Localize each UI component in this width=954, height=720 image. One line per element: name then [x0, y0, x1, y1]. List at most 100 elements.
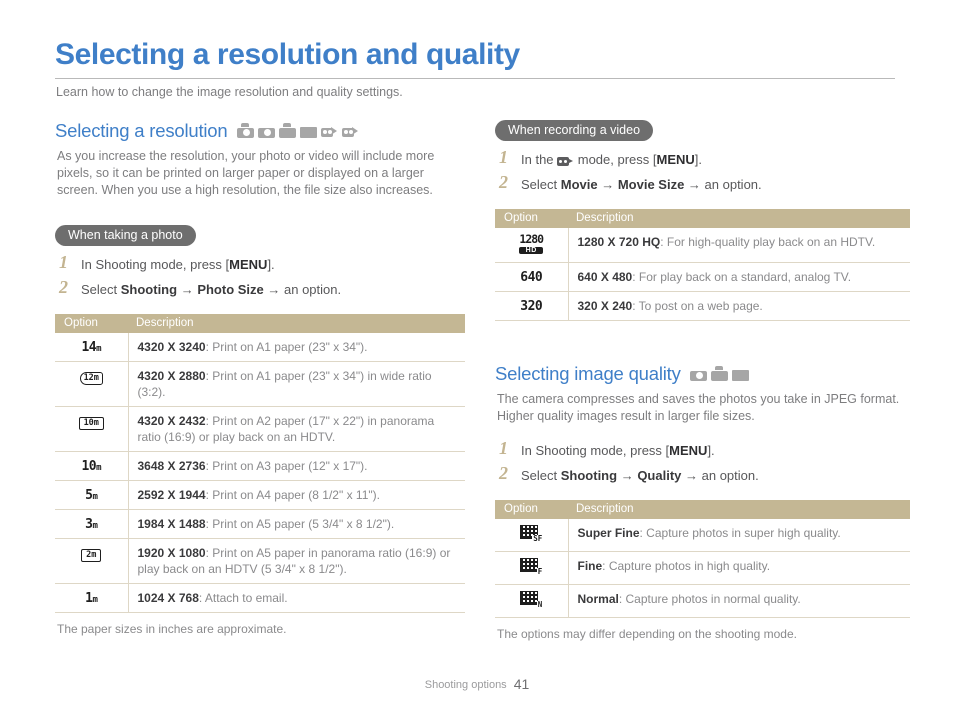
- col-header-description: Description: [128, 314, 465, 333]
- table-row: 640 640 X 480: For play back on a standa…: [495, 262, 910, 292]
- menu-key-label: MENU: [656, 152, 695, 167]
- resolution-badge-14m: 14m: [81, 340, 102, 355]
- resolution-badge-10m-panorama: 10m: [78, 417, 104, 430]
- arrow-glyph: →: [681, 467, 702, 483]
- table-row: 12m 4320 X 2880: Print on A1 paper (23" …: [55, 361, 465, 407]
- photo-size-table: Option Description 14m 4320 X 3240: Prin…: [55, 314, 465, 613]
- step-text-post: ].: [694, 152, 703, 167]
- option-desc: : Print on A4 paper (8 1/2" x 11").: [205, 488, 380, 502]
- step-item: 2 Select Movie → Movie Size → an option.: [495, 173, 910, 194]
- quality-table: Option Description SF Super Fine: Captur…: [495, 499, 910, 618]
- col-header-option: Option: [55, 314, 128, 333]
- option-description-cell: 1280 X 720 HQ: For high-quality play bac…: [568, 228, 910, 263]
- option-desc: : Capture photos in super high quality.: [639, 525, 841, 540]
- step-text-post: an option.: [704, 177, 762, 192]
- table-row: 1m 1024 X 768: Attach to email.: [55, 583, 465, 613]
- arrow-glyph: →: [177, 282, 198, 297]
- option-lead: 4320 X 2880: [137, 369, 206, 383]
- arrow-glyph: →: [617, 467, 638, 483]
- option-desc: : Capture photos in high quality.: [602, 558, 771, 573]
- option-description-cell: Super Fine: Capture photos in super high…: [568, 518, 910, 552]
- quality-steps-list: 1 In Shooting mode, press [MENU]. 2 Sele…: [495, 438, 910, 485]
- smart-movie-camera-icon: [341, 123, 359, 138]
- movie-badge-320: 320: [520, 298, 543, 314]
- option-lead: Fine: [577, 558, 603, 573]
- step-number: 1: [499, 147, 508, 167]
- dual-is-camera-icon: [710, 365, 728, 381]
- resolution-badge-1m: 1m: [85, 591, 98, 606]
- step-item: 1 In Shooting mode, press [MENU].: [495, 438, 910, 460]
- resolution-badge-12m-wide: 12m: [79, 372, 103, 385]
- option-description-cell: 2592 X 1944: Print on A4 paper (8 1/2" x…: [128, 480, 465, 510]
- step-item: 1 In the mode, press [MENU].: [495, 147, 910, 169]
- step-text-pre: In the: [521, 152, 558, 167]
- step-text-post: ].: [267, 257, 275, 272]
- option-description-cell: Fine: Capture photos in high quality.: [568, 551, 910, 585]
- step-text-pre: Select: [521, 467, 561, 483]
- option-icon-cell: 1280 HD: [495, 228, 569, 263]
- option-icon-cell: 320: [495, 291, 569, 321]
- menu-path-shooting: Shooting: [120, 282, 178, 297]
- option-icon-cell: N: [495, 584, 569, 618]
- table-row: F Fine: Capture photos in high quality.: [495, 551, 910, 585]
- table-header-row: Option Description: [55, 314, 465, 333]
- section-header-quality: Selecting image quality: [495, 363, 910, 385]
- step-item: 2 Select Shooting → Quality → an option.: [495, 463, 910, 485]
- option-icon-cell: 640: [495, 262, 569, 292]
- option-icon-cell: 5m: [55, 480, 129, 510]
- table-row: 14m 4320 X 3240: Print on A1 paper (23" …: [55, 333, 465, 362]
- footer-page-number: 41: [513, 676, 530, 692]
- quality-badge-super-fine-icon: SF: [520, 524, 544, 543]
- option-icon-cell: 14m: [55, 333, 129, 362]
- option-lead: 4320 X 3240: [137, 340, 206, 354]
- table-row: 3m 1984 X 1488: Print on A5 paper (5 3/4…: [55, 509, 465, 539]
- option-description-cell: 4320 X 3240: Print on A1 paper (23" x 34…: [128, 333, 465, 362]
- step-text-pre: Select: [521, 177, 561, 192]
- step-text-pre: In Shooting mode, press [: [521, 442, 670, 458]
- photo-badge-wrap: When taking a photo: [55, 225, 465, 246]
- option-description-cell: 3648 X 2736: Print on A3 paper (12" x 17…: [128, 451, 465, 481]
- movie-badge-1280-hd: 1280 HD: [519, 232, 544, 254]
- col-header-option: Option: [495, 499, 568, 519]
- badge-when-taking-a-photo: When taking a photo: [55, 225, 196, 246]
- mode-icon-row-resolution: [236, 123, 359, 139]
- page-footer: Shooting options 41: [0, 676, 954, 692]
- menu-path-shooting: Shooting: [560, 467, 618, 483]
- section-title-quality: Selecting image quality: [495, 362, 681, 384]
- option-lead: 4320 X 2432: [137, 414, 206, 428]
- section-title-resolution: Selecting a resolution: [55, 120, 228, 141]
- badge-when-recording-a-video: When recording a video: [495, 120, 654, 141]
- option-description-cell: 640 X 480: For play back on a standard, …: [568, 262, 910, 292]
- arrow-glyph: →: [263, 282, 284, 297]
- photo-size-table-note: The paper sizes in inches are approximat…: [57, 622, 287, 636]
- option-lead: Normal: [577, 591, 619, 606]
- option-desc: : Print on A5 paper (5 3/4" x 8 1/2").: [205, 517, 395, 531]
- table-row: N Normal: Capture photos in normal quali…: [495, 584, 910, 618]
- option-lead: 3648 X 2736: [137, 459, 206, 473]
- step-text-pre: In Shooting mode, press [: [81, 257, 230, 272]
- right-column: When recording a video 1 In the mode, pr…: [495, 120, 910, 642]
- arrow-glyph: →: [684, 177, 705, 192]
- resolution-badge-2m-panorama: 2m: [81, 549, 102, 562]
- option-desc: : Print on A1 paper (23" x 34").: [205, 340, 368, 354]
- option-icon-cell: 2m: [55, 538, 129, 584]
- left-column: Selecting a resolution As you increase t…: [55, 120, 465, 637]
- table-row: 2m 1920 X 1080: Print on A5 paper in pan…: [55, 538, 465, 584]
- program-camera-icon: [689, 366, 707, 381]
- mode-icon-row-quality: [689, 365, 749, 382]
- arrow-glyph: →: [597, 177, 618, 192]
- table-row: SF Super Fine: Capture photos in super h…: [495, 518, 910, 552]
- step-item: 2 Select Shooting → Photo Size → an opti…: [55, 278, 465, 299]
- option-desc: : For high-quality play back on an HDTV.: [660, 235, 876, 249]
- table-row: 10m 4320 X 2432: Print on A2 paper (17" …: [55, 406, 465, 452]
- col-header-option: Option: [495, 209, 568, 228]
- quality-table-note: The options may differ depending on the …: [497, 626, 797, 641]
- video-steps-list: 1 In the mode, press [MENU]. 2 Select Mo…: [495, 147, 910, 194]
- page-title: Selecting a resolution and quality: [55, 38, 520, 71]
- step-text-post: an option.: [284, 282, 342, 297]
- resolution-badge-10m: 10m: [81, 459, 102, 474]
- table-row: 1280 HD 1280 X 720 HQ: For high-quality p…: [495, 228, 910, 263]
- option-lead: 1920 X 1080: [137, 546, 206, 560]
- option-lead: 2592 X 1944: [137, 488, 206, 502]
- quality-badge-fine-icon: F: [520, 557, 544, 576]
